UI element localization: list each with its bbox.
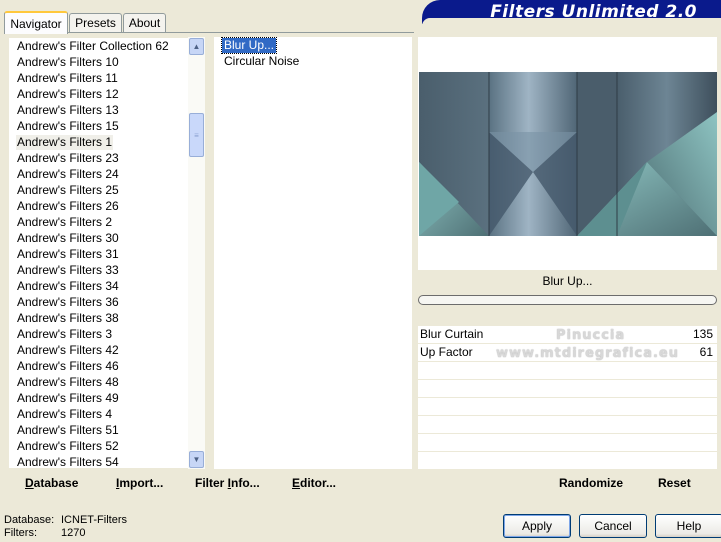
status-database-value: ICNET-Filters xyxy=(61,514,127,526)
category-item[interactable]: Andrew's Filters 52 xyxy=(16,439,120,454)
parameter-panel: Blur Curtain 135 Up Factor 61 Pinuccia w… xyxy=(418,326,717,469)
preview-panel xyxy=(418,37,717,270)
filter-info-button[interactable]: Filter Info... xyxy=(195,476,260,490)
category-item[interactable]: Andrew's Filters 23 xyxy=(16,151,120,166)
category-item[interactable]: Andrew's Filters 33 xyxy=(16,263,120,278)
filter-item[interactable]: Circular Noise xyxy=(222,54,301,69)
category-item[interactable]: Andrew's Filters 2 xyxy=(16,215,113,230)
category-item[interactable]: Andrew's Filters 24 xyxy=(16,167,120,182)
param-value[interactable]: 135 xyxy=(693,327,713,341)
category-item[interactable]: Andrew's Filters 54 xyxy=(16,455,120,470)
category-item[interactable]: Andrew's Filters 11 xyxy=(16,71,119,86)
category-item[interactable]: Andrew's Filters 38 xyxy=(16,311,120,326)
database-button[interactable]: Database xyxy=(25,476,78,490)
category-item[interactable]: Andrew's Filters 26 xyxy=(16,199,120,214)
app-title: Filters Unlimited 2.0 xyxy=(490,2,697,22)
category-item[interactable]: Andrew's Filters 3 xyxy=(16,327,113,342)
category-list[interactable]: Andrew's Filter Collection 62 Andrew's Fi… xyxy=(8,37,206,469)
tab-about[interactable]: About xyxy=(123,13,166,32)
status-filters-value: 1270 xyxy=(61,527,86,539)
randomize-button[interactable]: Randomize xyxy=(559,476,623,490)
param-label: Blur Curtain xyxy=(420,327,484,341)
filter-item[interactable]: Blur Up... xyxy=(220,37,278,54)
reset-button[interactable]: Reset xyxy=(658,476,691,490)
param-label: Up Factor xyxy=(420,345,473,359)
category-item[interactable]: Andrew's Filters 1 xyxy=(16,135,113,150)
param-row-empty xyxy=(418,362,717,380)
param-row-empty xyxy=(418,380,717,398)
category-item[interactable]: Andrew's Filters 36 xyxy=(16,295,120,310)
tab-presets[interactable]: Presets xyxy=(69,13,122,32)
app-banner: Filters Unlimited 2.0 xyxy=(422,0,721,24)
category-item[interactable]: Andrew's Filters 30 xyxy=(16,231,120,246)
apply-button[interactable]: Apply xyxy=(503,514,571,538)
scroll-up-button[interactable]: ▲ xyxy=(189,38,204,55)
category-item[interactable]: Andrew's Filters 10 xyxy=(16,55,120,70)
status-database: Database: ICNET-Filters xyxy=(4,514,127,526)
status-database-label: Database: xyxy=(4,514,55,526)
watermark-url: www.mtdiregrafica.eu xyxy=(496,346,679,361)
scroll-down-button[interactable]: ▼ xyxy=(189,451,204,468)
current-filter-name: Blur Up... xyxy=(542,274,593,288)
editor-button[interactable]: Editor... xyxy=(292,476,336,490)
category-scrollbar[interactable]: ▲ ≡ ▼ xyxy=(188,37,205,469)
watermark-name: Pinuccia xyxy=(556,328,626,343)
param-row-empty xyxy=(418,398,717,416)
help-button[interactable]: Help xyxy=(655,514,721,538)
param-row-empty xyxy=(418,434,717,452)
category-item[interactable]: Andrew's Filters 25 xyxy=(16,183,120,198)
category-item[interactable]: Andrew's Filters 15 xyxy=(16,119,120,134)
cancel-button[interactable]: Cancel xyxy=(579,514,647,538)
category-item[interactable]: Andrew's Filters 13 xyxy=(16,103,120,118)
filter-list[interactable]: Blur Up... Circular Noise xyxy=(214,37,412,469)
status-filters-label: Filters: xyxy=(4,527,37,539)
import-button[interactable]: Import... xyxy=(116,476,163,490)
category-item[interactable]: Andrew's Filters 12 xyxy=(16,87,120,102)
progress-bar xyxy=(418,295,717,305)
scroll-thumb[interactable]: ≡ xyxy=(189,113,204,157)
category-item[interactable]: Andrew's Filters 4 xyxy=(16,407,113,422)
preview-image xyxy=(419,72,717,236)
category-item[interactable]: Andrew's Filters 31 xyxy=(16,247,120,262)
category-item[interactable]: Andrew's Filters 42 xyxy=(16,343,120,358)
category-item[interactable]: Andrew's Filters 48 xyxy=(16,375,120,390)
category-item[interactable]: Andrew's Filter Collection 62 xyxy=(16,39,170,54)
tab-navigator[interactable]: Navigator xyxy=(4,11,68,34)
param-row-empty xyxy=(418,416,717,434)
category-item[interactable]: Andrew's Filters 51 xyxy=(16,423,120,438)
category-item[interactable]: Andrew's Filters 46 xyxy=(16,359,120,374)
category-item[interactable]: Andrew's Filters 34 xyxy=(16,279,120,294)
param-value[interactable]: 61 xyxy=(700,345,713,359)
category-item[interactable]: Andrew's Filters 49 xyxy=(16,391,120,406)
status-filters: Filters: 1270 xyxy=(4,527,85,539)
